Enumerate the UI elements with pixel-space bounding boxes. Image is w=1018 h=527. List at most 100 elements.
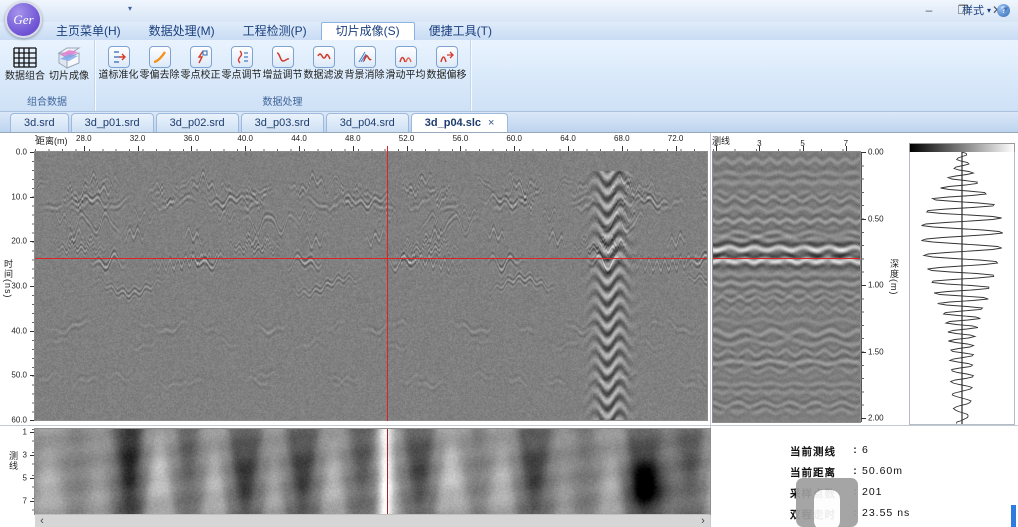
status-row: 当前测线:6 <box>790 444 910 459</box>
scroll-right-icon[interactable]: › <box>696 515 710 527</box>
ribbon-group-buttons: 数据组合切片成像 <box>0 40 94 96</box>
ribbon-button-数据偏移[interactable]: 数据偏移 <box>426 43 467 82</box>
menu-tab-便捷工具(T)[interactable]: 便捷工具(T) <box>415 22 506 40</box>
status-value: 201 <box>862 486 883 501</box>
ribbon-button-滑动平均[interactable]: 滑动平均 <box>385 43 426 82</box>
doc-tab-3d_p01.srd[interactable]: 3d_p01.srd <box>71 113 154 132</box>
doc-tab-label: 3d_p02.srd <box>170 117 225 129</box>
scroll-left-icon[interactable]: ‹ <box>35 515 49 527</box>
y-tick-mark <box>861 219 866 220</box>
touch-cursor-overlay <box>796 478 858 527</box>
menu-tab-工程检测(P)[interactable]: 工程检测(P) <box>229 22 321 40</box>
x-tick-label: 48.0 <box>345 134 361 143</box>
doc-tab-3d_p04.slc[interactable]: 3d_p04.slc × <box>411 113 509 132</box>
style-caret-icon[interactable]: ▾ <box>987 6 991 15</box>
y-tick-mark <box>861 285 866 286</box>
ribbon-button-数据滤波[interactable]: 数据滤波 <box>303 43 344 82</box>
close-tab-icon[interactable]: × <box>488 114 494 132</box>
y-tick-label: 0.50 <box>868 214 884 223</box>
ribbon-group-label: 数据处理 <box>95 96 470 111</box>
main-radargram-canvas[interactable] <box>35 152 707 420</box>
y-tick-label: 10.0 <box>11 192 27 201</box>
ribbon-button-label: 增益调节 <box>262 70 303 82</box>
line-view-depth-marker <box>713 258 860 259</box>
zero-drift-remove-icon <box>149 46 171 68</box>
y-tick-label: 1.50 <box>868 347 884 356</box>
y-tick-mark <box>861 352 866 353</box>
ribbon: 数据组合切片成像组合数据道标准化零偏去除零点校正零点调节增益调节数据滤波背景消除… <box>0 40 1018 112</box>
line-axis: 1357 <box>713 138 860 152</box>
title-bar: Ger ▾ – ❐ ✕ <box>0 0 1018 22</box>
ribbon-button-label: 道标准化 <box>98 70 139 82</box>
ribbon-button-零点调节[interactable]: 零点调节 <box>221 43 262 82</box>
crosshair-vertical-line <box>387 146 388 421</box>
slice-cube-icon <box>47 45 91 69</box>
x-tick-label: 64.0 <box>560 134 576 143</box>
distance-axis: 24.028.032.036.040.044.048.052.056.060.0… <box>35 133 707 152</box>
status-label: 当前测线 <box>790 444 848 459</box>
minimize-button[interactable]: – <box>912 0 946 20</box>
y-tick-label: 1 <box>23 428 27 437</box>
menu-tab-数据处理(M)[interactable]: 数据处理(M) <box>135 22 229 40</box>
content-area: 距离(m) 24.028.032.036.040.044.048.052.056… <box>0 133 1018 527</box>
plan-view-canvas[interactable] <box>35 429 710 514</box>
scrollbar-accent-fragment[interactable] <box>1011 505 1016 527</box>
x-tick-label: 36.0 <box>184 134 200 143</box>
ribbon-button-切片成像[interactable]: 切片成像 <box>47 43 91 83</box>
quick-access-caret-icon[interactable]: ▾ <box>128 4 132 13</box>
plan-line-axis: 1 3 5 7 <box>18 429 35 514</box>
horizontal-scrollbar[interactable]: ‹ › <box>35 514 710 527</box>
background-remove-icon <box>354 46 376 68</box>
y-tick-label: 7 <box>23 497 27 506</box>
ribbon-button-零偏去除[interactable]: 零偏去除 <box>139 43 180 82</box>
x-tick-label: 28.0 <box>76 134 92 143</box>
doc-tab-3d_p04.srd[interactable]: 3d_p04.srd <box>326 113 409 132</box>
ribbon-button-label: 滑动平均 <box>385 70 426 82</box>
data-grid-icon <box>3 45 47 69</box>
ribbon-button-label: 零偏去除 <box>139 70 180 82</box>
ribbon-button-label: 背景消除 <box>344 70 385 82</box>
y-tick-mark <box>861 152 866 153</box>
ribbon-button-label: 数据滤波 <box>303 70 344 82</box>
doc-tab-label: 3d_p04.slc <box>425 114 481 132</box>
y-tick-label: 1.00 <box>868 281 884 290</box>
data-offset-icon <box>436 46 458 68</box>
gain-adjust-icon <box>272 46 294 68</box>
x-tick-label: 68.0 <box>614 134 630 143</box>
ribbon-button-零点校正[interactable]: 零点校正 <box>180 43 221 82</box>
ribbon-button-label: 数据组合 <box>3 71 47 83</box>
ribbon-button-背景消除[interactable]: 背景消除 <box>344 43 385 82</box>
doc-tab-label: 3d_p01.srd <box>85 117 140 129</box>
document-tab-bar: 3d.srd3d_p01.srd3d_p02.srd3d_p03.srd3d_p… <box>0 112 1018 133</box>
doc-tab-3d.srd[interactable]: 3d.srd <box>10 113 69 132</box>
doc-tab-3d_p03.srd[interactable]: 3d_p03.srd <box>241 113 324 132</box>
x-tick-label: 60.0 <box>506 134 522 143</box>
ribbon-button-增益调节[interactable]: 增益调节 <box>262 43 303 82</box>
style-button[interactable]: 样式 <box>962 2 984 18</box>
plan-view-position-marker <box>387 429 388 514</box>
status-value: 6 <box>862 444 869 459</box>
trace-waveform <box>910 152 1014 424</box>
doc-tab-label: 3d.srd <box>24 117 55 129</box>
x-tick-label: 52.0 <box>399 134 415 143</box>
status-panel: 当前测线:6当前距离:50.60m采样点数:201双程走时:23.55 ns当前… <box>711 426 1018 527</box>
menu-tab-主页菜单(H)[interactable]: 主页菜单(H) <box>42 22 135 40</box>
menu-tab-切片成像(S)[interactable]: 切片成像(S) <box>321 22 415 40</box>
app-logo-icon[interactable]: Ger <box>5 1 42 38</box>
ribbon-button-道标准化[interactable]: 道标准化 <box>98 43 139 82</box>
y-tick-label: 50.0 <box>11 371 27 380</box>
y-tick-label: 60.0 <box>11 416 27 425</box>
doc-tab-3d_p02.srd[interactable]: 3d_p02.srd <box>156 113 239 132</box>
y-tick-label: 3 <box>23 451 27 460</box>
x-tick-label: 32.0 <box>130 134 146 143</box>
x-tick-label: 24.0 <box>35 134 38 143</box>
ribbon-button-数据组合[interactable]: 数据组合 <box>3 43 47 83</box>
crosshair-horizontal-line <box>35 258 707 259</box>
tab-overflow-caret-icon[interactable]: ▾ <box>1003 4 1008 15</box>
y-tick-label: 5 <box>23 474 27 483</box>
y-tick-label: 2.00 <box>868 414 884 423</box>
line-view-canvas[interactable] <box>713 152 860 422</box>
y-tick-label: 0.00 <box>868 148 884 157</box>
depth-axis-minor-ticks <box>861 152 864 422</box>
x-tick-label: 56.0 <box>453 134 469 143</box>
